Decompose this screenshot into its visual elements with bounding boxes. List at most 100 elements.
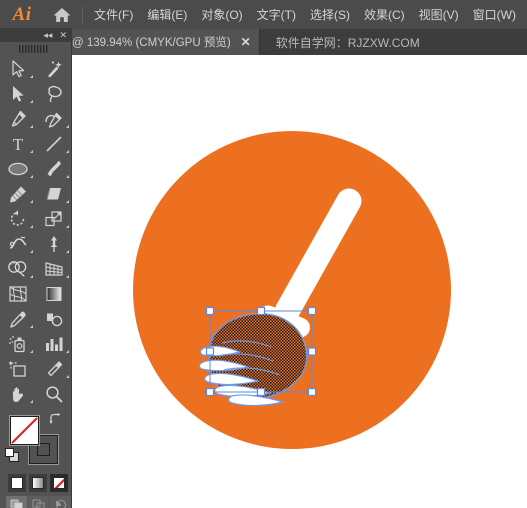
menu-divider bbox=[82, 5, 83, 24]
tool-flyout-indicator bbox=[30, 200, 33, 203]
tool-flyout-indicator bbox=[66, 125, 69, 128]
artboard-tool[interactable] bbox=[0, 356, 36, 381]
draw-mode-buttons bbox=[6, 496, 71, 508]
illustrator-window: Ai 文件(F) 编辑(E) 对象(O) 文字(T) 选择(S) 效果(C) 视… bbox=[0, 0, 527, 508]
menu-bar: Ai 文件(F) 编辑(E) 对象(O) 文字(T) 选择(S) 效果(C) 视… bbox=[0, 0, 527, 29]
tools-panel: ◂◂ ✕ T bbox=[0, 28, 72, 508]
color-button[interactable] bbox=[8, 474, 26, 492]
app-logo-icon: Ai bbox=[12, 3, 32, 25]
close-panel-icon[interactable]: ✕ bbox=[59, 30, 67, 40]
none-slash-icon bbox=[11, 417, 38, 444]
magic-wand-tool[interactable] bbox=[36, 56, 72, 81]
menu-view[interactable]: 视图(V) bbox=[412, 4, 466, 26]
symbol-sprayer-tool[interactable] bbox=[0, 331, 36, 356]
tool-flyout-indicator bbox=[66, 250, 69, 253]
paintbrush-tool[interactable] bbox=[36, 156, 72, 181]
handle-middle-right bbox=[307, 347, 317, 356]
gradient-swatch-icon bbox=[32, 477, 44, 489]
menu-select[interactable]: 选择(S) bbox=[303, 4, 357, 26]
column-graph-tool[interactable] bbox=[36, 331, 72, 356]
handle-top-left bbox=[205, 306, 215, 316]
handle-top-center bbox=[256, 306, 266, 316]
tool-flyout-indicator bbox=[30, 275, 33, 278]
blend-tool[interactable] bbox=[36, 306, 72, 331]
tool-flyout-indicator bbox=[66, 175, 69, 178]
gradient-tool[interactable] bbox=[36, 281, 72, 306]
tool-flyout-indicator bbox=[66, 225, 69, 228]
handle-bottom-right bbox=[307, 387, 317, 397]
tool-flyout-indicator bbox=[66, 200, 69, 203]
menu-file[interactable]: 文件(F) bbox=[87, 4, 140, 26]
pen-tool[interactable] bbox=[0, 106, 36, 131]
handle-middle-left bbox=[205, 347, 215, 356]
handle-top-right bbox=[307, 306, 317, 316]
direct-selection-tool[interactable] bbox=[0, 81, 36, 106]
scale-tool[interactable] bbox=[36, 206, 72, 231]
tool-flyout-indicator bbox=[66, 150, 69, 153]
tool-flyout-indicator bbox=[30, 175, 33, 178]
default-fill-stroke-icon[interactable] bbox=[5, 448, 19, 462]
tool-flyout-indicator bbox=[30, 225, 33, 228]
tool-flyout-indicator bbox=[30, 350, 33, 353]
menu-window[interactable]: 窗口(W) bbox=[466, 4, 523, 26]
shaper-pencil-tool[interactable] bbox=[0, 181, 36, 206]
line-segment-tool[interactable] bbox=[36, 131, 72, 156]
perspective-grid-tool[interactable] bbox=[36, 256, 72, 281]
tool-flyout-indicator bbox=[30, 250, 33, 253]
tools-panel-header: ◂◂ ✕ bbox=[0, 28, 71, 42]
menu-effect[interactable]: 效果(C) bbox=[357, 4, 412, 26]
slice-tool[interactable] bbox=[36, 356, 72, 381]
draw-behind-mode[interactable] bbox=[28, 496, 49, 508]
tool-flyout-indicator bbox=[30, 150, 33, 153]
tool-flyout-indicator bbox=[66, 275, 69, 278]
zoom-tool[interactable] bbox=[36, 381, 72, 406]
shape-builder-tool[interactable] bbox=[0, 256, 36, 281]
handle-bottom-left bbox=[205, 387, 215, 397]
menu-object[interactable]: 对象(O) bbox=[194, 4, 249, 26]
solid-color-icon bbox=[11, 477, 23, 489]
type-tool[interactable]: T bbox=[0, 131, 36, 156]
artboard[interactable] bbox=[72, 55, 527, 508]
home-icon[interactable] bbox=[44, 0, 80, 29]
paint-mode-buttons bbox=[8, 474, 68, 492]
tool-flyout-indicator bbox=[66, 375, 69, 378]
mesh-tool[interactable] bbox=[0, 281, 36, 306]
draw-normal-mode[interactable] bbox=[6, 496, 27, 508]
eraser-tool[interactable] bbox=[36, 181, 72, 206]
menu-edit[interactable]: 编辑(E) bbox=[140, 4, 194, 26]
gradient-button[interactable] bbox=[29, 474, 47, 492]
handle-bottom-center bbox=[256, 387, 266, 397]
fill-swatch[interactable] bbox=[9, 415, 40, 446]
tool-flyout-indicator bbox=[30, 125, 33, 128]
eyedropper-tool[interactable] bbox=[0, 306, 36, 331]
ellipse-tool[interactable] bbox=[0, 156, 36, 181]
rotate-tool[interactable] bbox=[0, 206, 36, 231]
none-swatch-icon bbox=[53, 477, 65, 489]
width-warp-tool[interactable] bbox=[0, 231, 36, 256]
free-transform-tool[interactable] bbox=[36, 231, 72, 256]
tool-flyout-indicator bbox=[30, 325, 33, 328]
tool-flyout-indicator bbox=[30, 100, 33, 103]
document-tab[interactable]: @ 139.94% (CMYK/GPU 预览) ✕ bbox=[68, 29, 260, 55]
lasso-tool[interactable] bbox=[36, 81, 72, 106]
panel-grip-icon[interactable] bbox=[0, 42, 71, 56]
svg-text:T: T bbox=[13, 135, 24, 153]
close-icon[interactable]: ✕ bbox=[241, 36, 251, 48]
menu-type[interactable]: 文字(T) bbox=[250, 4, 303, 26]
tool-flyout-indicator bbox=[30, 400, 33, 403]
curvature-tool[interactable] bbox=[36, 106, 72, 131]
document-tab-bar: @ 139.94% (CMYK/GPU 预览) ✕ 软件自学网：RJZXW.CO… bbox=[0, 29, 527, 55]
swap-fill-stroke-icon[interactable] bbox=[49, 413, 62, 428]
document-tab-title: @ 139.94% (CMYK/GPU 预览) bbox=[72, 37, 231, 49]
color-controls bbox=[0, 412, 71, 508]
tools-grid: T bbox=[0, 56, 71, 406]
tool-flyout-indicator bbox=[30, 75, 33, 78]
draw-inside-mode[interactable] bbox=[50, 496, 71, 508]
selection-tool[interactable] bbox=[0, 56, 36, 81]
collapse-icon[interactable]: ◂◂ bbox=[43, 30, 52, 40]
tool-flyout-indicator bbox=[66, 350, 69, 353]
hand-tool[interactable] bbox=[0, 381, 36, 406]
canvas-area[interactable] bbox=[72, 55, 527, 508]
none-button[interactable] bbox=[50, 474, 68, 492]
watermark-text: 软件自学网：RJZXW.COM bbox=[275, 35, 420, 50]
